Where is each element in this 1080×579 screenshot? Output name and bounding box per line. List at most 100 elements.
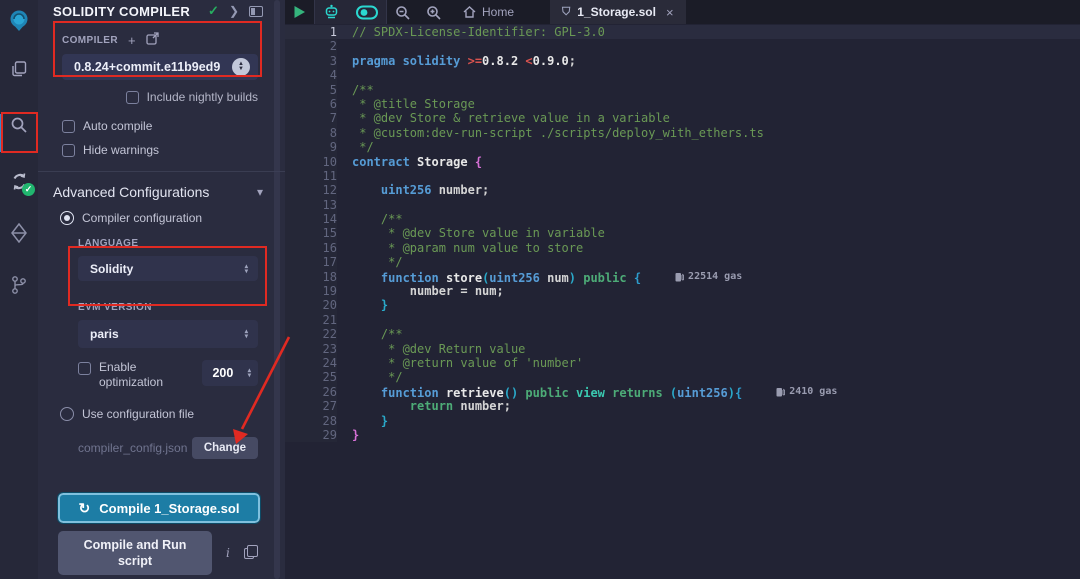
nightly-builds-row: Include nightly builds [38, 90, 258, 104]
code-line[interactable]: 7 * @dev Store & retrieve value in a var… [285, 111, 1080, 125]
evm-version-label: EVM VERSION [78, 302, 285, 313]
divider [38, 171, 285, 172]
code-line[interactable]: 28 } [285, 414, 1080, 428]
language-select[interactable]: Solidity ▴▾ [78, 256, 258, 281]
code-line[interactable]: 21 [285, 313, 1080, 327]
auto-compile-row: Auto compile [62, 119, 285, 133]
line-number: 3 [285, 54, 337, 68]
line-number: 15 [285, 226, 337, 240]
code-line[interactable]: 15 * @dev Store value in variable [285, 226, 1080, 240]
evm-version-select[interactable]: paris ▴▾ [78, 320, 258, 348]
include-nightly-label: Include nightly builds [147, 90, 258, 104]
code-line[interactable]: 27 return number; [285, 399, 1080, 413]
code-line[interactable]: 14 /** [285, 212, 1080, 226]
code-line[interactable]: 20 } [285, 298, 1080, 312]
code-line[interactable]: 16 * @param num value to store [285, 241, 1080, 255]
zoom-in-button[interactable] [418, 0, 449, 24]
code-text: return number; [337, 399, 511, 413]
code-line[interactable]: 1// SPDX-License-Identifier: GPL-3.0 [285, 25, 1080, 39]
code-line[interactable]: 13 [285, 198, 1080, 212]
use-configuration-file-radio[interactable] [60, 407, 74, 421]
compile-button[interactable]: ↻ Compile 1_Storage.sol [58, 493, 260, 523]
sidebar-item-solidity-compiler[interactable]: ✓ [0, 162, 38, 200]
code-text: uint256 number; [337, 183, 489, 197]
add-compiler-icon[interactable]: + [128, 34, 136, 47]
run-script-button[interactable] [285, 0, 314, 24]
code-line[interactable]: 10contract Storage { [285, 155, 1080, 169]
code-line[interactable]: 8 * @custom:dev-run-script ./scripts/dep… [285, 126, 1080, 140]
code-line[interactable]: 11 [285, 169, 1080, 183]
code-line[interactable]: 29} [285, 428, 1080, 442]
code-line[interactable]: 4 [285, 68, 1080, 82]
code-text: /** [337, 212, 403, 226]
git-branch-icon [10, 275, 28, 295]
compiler-version-select[interactable]: 0.8.24+commit.e11b9ed9 ▲▼ [62, 54, 258, 80]
close-tab-icon[interactable]: × [666, 5, 674, 20]
code-text: } [337, 428, 359, 442]
optimization-runs-value: 200 [212, 366, 233, 380]
code-line[interactable]: 18 function store(uint256 num) public {2… [285, 270, 1080, 284]
panel-scrollbar[interactable] [274, 0, 280, 579]
line-number: 26 [285, 385, 337, 399]
line-number: 29 [285, 428, 337, 442]
gas-estimate: 2410 gas [776, 385, 837, 399]
line-number: 20 [285, 298, 337, 312]
code-line[interactable]: 23 * @dev Return value [285, 342, 1080, 356]
ai-assistant-button[interactable] [315, 4, 348, 20]
pin-panel-icon[interactable] [249, 6, 263, 17]
include-nightly-checkbox[interactable] [126, 91, 139, 104]
code-line[interactable]: 17 */ [285, 255, 1080, 269]
code-line[interactable]: 26 function retrieve() public view retur… [285, 385, 1080, 399]
line-number: 11 [285, 169, 337, 183]
enable-optimization-checkbox[interactable] [78, 362, 91, 375]
code-line[interactable]: 19 number = num; [285, 284, 1080, 298]
compiler-configuration-label: Compiler configuration [82, 211, 202, 225]
compile-and-run-row: Compile and Run script i [58, 531, 285, 575]
open-external-compiler-icon[interactable] [146, 32, 159, 48]
tab-home[interactable]: Home [449, 0, 528, 24]
advanced-configurations-header[interactable]: Advanced Configurations ▾ [53, 184, 263, 200]
code-text: /** [337, 83, 374, 97]
code-text: function retrieve() public view returns … [337, 385, 837, 399]
code-line[interactable]: 25 */ [285, 370, 1080, 384]
auto-compile-label: Auto compile [83, 119, 152, 133]
code-line[interactable]: 3pragma solidity >=0.8.2 <0.9.0; [285, 54, 1080, 68]
sidebar-item-git[interactable] [0, 266, 38, 304]
config-file-row: compiler_config.json Change [78, 437, 258, 459]
hide-warnings-checkbox[interactable] [62, 144, 75, 157]
optimization-runs-input[interactable]: 200 ▴▾ [202, 360, 258, 386]
code-line[interactable]: 5/** [285, 83, 1080, 97]
code-text: * @title Storage [337, 97, 475, 111]
sidebar-item-deploy-run[interactable] [0, 214, 38, 252]
sidebar-item-file-explorer[interactable] [0, 50, 38, 88]
sidebar-item-search[interactable] [0, 106, 38, 144]
compile-and-run-button[interactable]: Compile and Run script [58, 531, 212, 575]
tab-1-storage-sol[interactable]: ⛉ 1_Storage.sol × [550, 0, 686, 24]
change-config-button[interactable]: Change [192, 437, 258, 459]
code-text: function store(uint256 num) public {2251… [337, 270, 742, 284]
code-text: // SPDX-License-Identifier: GPL-3.0 [337, 25, 605, 39]
code-line[interactable]: 22 /** [285, 327, 1080, 341]
info-icon[interactable]: i [226, 546, 230, 560]
chevron-right-icon[interactable]: ❯ [229, 4, 239, 18]
compiler-configuration-radio[interactable] [60, 211, 74, 225]
select-arrows-icon: ▴▾ [245, 329, 248, 339]
code-line[interactable]: 2 [285, 39, 1080, 53]
code-text: * @dev Return value [337, 342, 525, 356]
code-text: /** [337, 327, 403, 341]
use-config-file-row: Use configuration file [60, 407, 285, 421]
line-number: 10 [285, 155, 337, 169]
code-line[interactable]: 6 * @title Storage [285, 97, 1080, 111]
remix-logo[interactable] [0, 0, 38, 42]
code-line[interactable]: 24 * @return value of 'number' [285, 356, 1080, 370]
zoom-out-button[interactable] [387, 0, 418, 24]
code-line[interactable]: 9 */ [285, 140, 1080, 154]
code-editor[interactable]: 1// SPDX-License-Identifier: GPL-3.023pr… [285, 24, 1080, 579]
advanced-configurations-title: Advanced Configurations [53, 184, 209, 200]
code-text [337, 39, 352, 53]
copy-icon[interactable] [244, 548, 254, 559]
auto-compile-checkbox[interactable] [62, 120, 75, 133]
ai-copilot-toggle[interactable] [348, 5, 386, 20]
code-text: * @dev Store value in variable [337, 226, 605, 240]
code-line[interactable]: 12 uint256 number; [285, 183, 1080, 197]
